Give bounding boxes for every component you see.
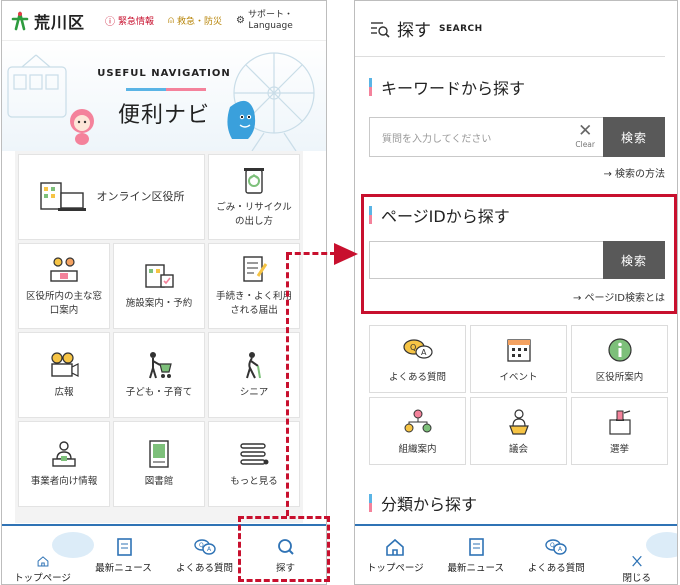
connector-horizontal-line: [286, 252, 336, 255]
faq-icon: QA: [193, 538, 216, 555]
bottom-nav-news[interactable]: 最新ニュース: [83, 526, 164, 584]
nav-item-pr[interactable]: 広報: [18, 332, 110, 418]
svg-text:Q: Q: [410, 343, 416, 352]
search-panel-subtitle: SEARCH: [439, 23, 483, 34]
counter-icon: [50, 257, 78, 282]
quick-item-faq[interactable]: Q A よくある質問: [369, 325, 466, 393]
bottom-nav-news[interactable]: 最新ニュース: [436, 526, 517, 584]
disaster-link[interactable]: ⍝ 救急・防災: [168, 14, 222, 27]
bottom-nav-close[interactable]: 閉じる: [597, 526, 677, 584]
info-icon: [607, 337, 632, 362]
search-panel-header: 探す SEARCH: [355, 1, 665, 57]
hero-divider: [126, 88, 206, 91]
nav-item-online-office[interactable]: オンライン区役所: [18, 154, 205, 240]
recycle-icon: [244, 167, 264, 194]
form-icon: [243, 256, 268, 282]
calendar-icon: [506, 338, 531, 362]
keyword-search-row: 質問を入力してください ✕ Clear 検索: [369, 117, 665, 157]
search-panel-title: 探す: [397, 21, 431, 41]
quick-item-organization[interactable]: 組織案内: [369, 397, 466, 465]
arakawa-logo-icon: [11, 11, 29, 30]
assembly-icon: [508, 408, 529, 435]
online-office-icon: [39, 182, 86, 211]
hero-title: USEFUL NAVIGATION: [97, 68, 231, 79]
site-logo[interactable]: 荒川区: [10, 9, 85, 33]
quick-item-election[interactable]: 選挙: [571, 397, 668, 465]
nav-grid-container: オンライン区役所 ごみ・リサイクルの出し方 区役所内の主な窓口案内 施設案内・予…: [15, 151, 303, 523]
nav-item-business[interactable]: 事業者向け情報: [18, 421, 110, 507]
nav-item-recycle[interactable]: ごみ・リサイクルの出し方: [208, 154, 300, 240]
gear-icon: ⚙: [236, 15, 246, 26]
keyword-search-input[interactable]: 質問を入力してください ✕ Clear: [369, 117, 603, 157]
connector-arrow-icon: [334, 243, 358, 265]
home-icon: [386, 538, 405, 556]
childcare-icon: [149, 351, 172, 379]
bottom-nav-bar-search: トップページ 最新ニュース QA よくある質問 閉じる: [355, 524, 677, 584]
library-icon: [149, 440, 169, 468]
keyword-search-section: キーワードから探す 質問を入力してください ✕ Clear 検索 → 検索の方法: [369, 75, 665, 180]
facility-icon: [145, 264, 174, 288]
nav-item-counter[interactable]: 区役所内の主な窓口案内: [18, 243, 110, 329]
search-list-icon: [371, 21, 390, 38]
svg-text:Q: Q: [199, 542, 204, 549]
search-howto-link[interactable]: → 検索の方法: [369, 165, 665, 180]
hero-subtitle: 便利ナビ: [117, 103, 210, 128]
business-icon: [52, 441, 76, 467]
faq-icon: Q A: [402, 338, 433, 359]
election-icon: [608, 409, 631, 435]
svg-text:Q: Q: [550, 542, 555, 549]
news-icon: [468, 537, 484, 556]
keyword-search-button[interactable]: 検索: [603, 117, 665, 157]
phone-home-screen: 荒川区 ⓘ 緊急情報 ⍝ 救急・防災 ⚙ サポート・ Language USEF…: [1, 0, 327, 585]
faq-icon: QA: [545, 538, 567, 555]
logo-text: 荒川区: [34, 12, 86, 32]
support-language-link[interactable]: ⚙ サポート・ Language: [236, 10, 293, 31]
org-icon: [404, 409, 431, 432]
more-icon: [240, 443, 269, 465]
nav-item-childcare[interactable]: 子ども・子育て: [113, 332, 205, 418]
bottom-nav-faq[interactable]: QA よくある質問: [164, 526, 245, 584]
alert-icon: ⓘ: [105, 17, 116, 28]
home-icon: [37, 555, 48, 567]
keyword-section-title: キーワードから探す: [369, 75, 665, 99]
close-icon: ✕: [578, 121, 593, 141]
clear-button[interactable]: ✕ Clear: [575, 121, 595, 150]
connector-vertical-line: [286, 254, 289, 516]
cityscape-illustration: [7, 52, 315, 151]
quick-item-office-guide[interactable]: 区役所案内: [571, 325, 668, 393]
quick-item-assembly[interactable]: 議会: [470, 397, 567, 465]
bell-icon: ⍝: [168, 15, 175, 26]
category-search-section: 分類から探す: [369, 491, 477, 515]
senior-icon: [246, 351, 261, 379]
bottom-nav-top-page[interactable]: トップページ: [2, 526, 94, 584]
nav-item-library[interactable]: 図書館: [113, 421, 205, 507]
close-icon: [631, 555, 642, 567]
search-icon: [277, 538, 294, 555]
camera-icon: [51, 352, 79, 377]
news-icon: [116, 537, 132, 556]
bottom-nav-top-page[interactable]: トップページ: [355, 526, 436, 584]
pageid-highlight-box: [361, 194, 677, 314]
useful-navigation-hero: USEFUL NAVIGATION 便利ナビ: [2, 41, 326, 151]
svg-text:A: A: [421, 348, 427, 357]
bottom-nav-faq[interactable]: QA よくある質問: [516, 526, 597, 584]
quick-item-event[interactable]: イベント: [470, 325, 567, 393]
nav-item-facility[interactable]: 施設案内・予約: [113, 243, 205, 329]
site-header: 荒川区 ⓘ 緊急情報 ⍝ 救急・防災 ⚙ サポート・ Language: [2, 1, 326, 41]
quick-links-grid: Q A よくある質問 イベント 区役所案内 組織案内 議会 選挙: [369, 325, 668, 465]
nav-grid: オンライン区役所 ごみ・リサイクルの出し方 区役所内の主な窓口案内 施設案内・予…: [18, 154, 300, 507]
emergency-link[interactable]: ⓘ 緊急情報: [105, 13, 154, 28]
category-section-title: 分類から探す: [369, 491, 477, 515]
